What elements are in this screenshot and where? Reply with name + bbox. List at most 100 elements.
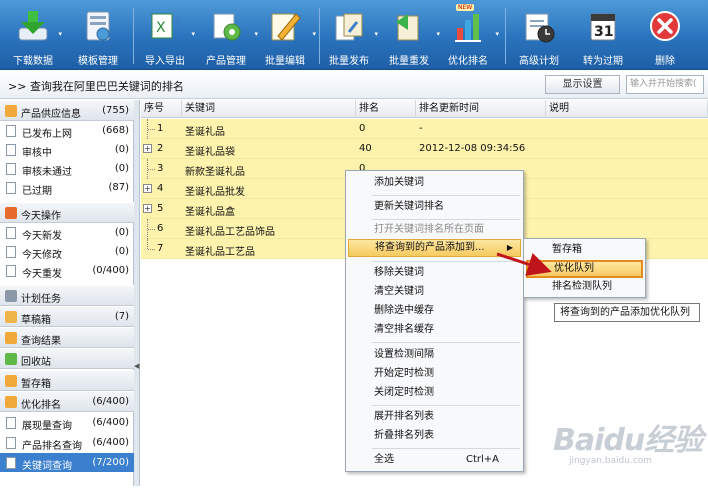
batch-edit-button[interactable]: 批量编辑 ▾ (258, 2, 316, 68)
folder-icon (5, 396, 17, 408)
mark-expired-button[interactable]: 31 转为过期 (576, 2, 630, 68)
display-settings-button[interactable]: 显示设置 (545, 75, 620, 94)
document-icon (6, 144, 16, 156)
document-icon (6, 227, 16, 239)
template-manage-button[interactable]: 模板管理 (66, 2, 130, 68)
chevron-down-icon[interactable]: ▾ (436, 30, 440, 38)
menu-item-open-rank-page[interactable]: 打开关键词排名所在页面 (346, 221, 523, 239)
watermark-logo: Baidu经验 (553, 423, 703, 458)
menu-item-update-rank[interactable]: 更新关键词排名 (346, 198, 523, 216)
expand-icon[interactable]: + (143, 204, 152, 213)
batch-publish-icon (335, 13, 363, 41)
sidebar-item-rejected[interactable]: 审核未通过 (0) (0, 159, 134, 178)
delete-button[interactable]: 删除 (638, 2, 692, 68)
add-to-submenu: 暂存箱 优化队列 排名检测队列 (523, 238, 646, 298)
batch-republish-button[interactable]: 批量重发 ▾ (383, 2, 440, 68)
sidebar-group-query-results[interactable]: 查询结果 (0, 327, 134, 348)
column-header-no[interactable]: 序号 (141, 100, 182, 118)
new-badge: NEW (456, 4, 475, 11)
sidebar-item-today-republish[interactable]: 今天重发 (0/400) (0, 261, 134, 280)
document-icon (6, 417, 16, 429)
menu-separator (372, 342, 520, 343)
sidebar-item-published[interactable]: 已发布上网 (668) (0, 121, 134, 140)
sidebar-group-supply[interactable]: 产品供应信息 (755) (0, 100, 134, 121)
menu-separator (372, 195, 520, 196)
expand-icon[interactable]: + (143, 184, 152, 193)
collapse-arrow-icon[interactable]: ◀ (134, 362, 139, 370)
document-icon (6, 457, 16, 469)
baidu-watermark: Baidu经验 jingyan.baidu.com (545, 415, 705, 477)
document-icon (6, 265, 16, 277)
submenu-item-temp-box[interactable]: 暂存箱 (524, 241, 645, 259)
svg-text:X: X (156, 20, 166, 36)
tooltip: 将查询到的产品添加优化队列 (554, 303, 700, 322)
panel-splitter[interactable]: ◀ (134, 100, 140, 486)
chevron-down-icon[interactable]: ▾ (495, 30, 499, 38)
menu-item-clear-rank-cache[interactable]: 清空排名缓存 (346, 321, 523, 339)
column-header-keyword[interactable]: 关键词 (182, 100, 356, 118)
submenu-item-rank-check-queue[interactable]: 排名检测队列 (524, 278, 645, 296)
table-row[interactable]: + 2 圣诞礼品袋 40 2012-12-08 09:34:56 (141, 139, 708, 159)
query-title: >> 查询我在阿里巴巴关键词的排名 (8, 78, 184, 94)
watermark-url: jingyan.baidu.com (569, 456, 653, 466)
menu-item-clear-keywords[interactable]: 清空关键词 (346, 283, 523, 301)
folder-icon (5, 105, 17, 117)
download-icon (18, 11, 48, 41)
menu-item-expand-list[interactable]: 展开排名列表 (346, 408, 523, 426)
sidebar-item-product-rank[interactable]: 产品排名查询 (6/400) (0, 433, 134, 452)
expand-icon[interactable]: + (143, 144, 152, 153)
column-header-update-time[interactable]: 排名更新时间 (416, 100, 546, 118)
toolbar-separator (133, 8, 134, 64)
batch-republish-icon (396, 14, 419, 41)
download-data-button[interactable]: 下载数据 ▾ (4, 2, 62, 68)
submenu-item-optimize-queue[interactable]: 优化队列 (526, 260, 643, 278)
advanced-plan-button[interactable]: 高级计划 (512, 2, 566, 68)
sidebar-group-recycle[interactable]: 回收站 (0, 348, 134, 369)
menu-separator (372, 405, 520, 406)
sidebar-group-temp[interactable]: 暂存箱 (0, 370, 134, 391)
import-export-button[interactable]: X 导入导出 ▾ (138, 2, 195, 68)
sidebar-item-keyword-query[interactable]: 关键词查询 (7/200) (0, 453, 134, 472)
column-header-note[interactable]: 说明 (546, 100, 708, 118)
table-row[interactable]: 1 圣诞礼品 0 - (141, 119, 708, 139)
calendar-icon: 31 (590, 13, 616, 41)
column-header-rank[interactable]: 排名 (356, 100, 416, 118)
menu-item-select-all[interactable]: 全选 Ctrl+A (346, 451, 523, 469)
sidebar-item-today-edit[interactable]: 今天修改 (0) (0, 242, 134, 261)
menu-item-set-interval[interactable]: 设置检测间隔 (346, 346, 523, 364)
excel-import-export-icon: X (151, 13, 182, 39)
sidebar-group-drafts[interactable]: 草稿箱 (7) (0, 306, 134, 327)
sidebar-item-today-new[interactable]: 今天新发 (0) (0, 223, 134, 242)
product-manage-button[interactable]: 产品管理 ▾ (196, 2, 258, 68)
menu-item-remove-keyword[interactable]: 移除关键词 (346, 264, 523, 282)
sidebar-group-today[interactable]: 今天操作 (0, 202, 134, 223)
document-icon (6, 163, 16, 175)
document-icon (6, 125, 16, 137)
sidebar-group-optimize[interactable]: 优化排名 (6/400) (0, 391, 134, 412)
menu-item-stop-timer[interactable]: 关闭定时检测 (346, 384, 523, 402)
sidebar-item-reviewing[interactable]: 审核中 (0) (0, 140, 134, 159)
chevron-down-icon[interactable]: ▾ (312, 30, 316, 38)
shortcut-label: Ctrl+A (465, 454, 499, 465)
document-icon (6, 437, 16, 449)
product-manage-icon (213, 13, 241, 41)
search-input[interactable]: 输入并开始搜索( (626, 75, 704, 94)
chevron-down-icon[interactable]: ▾ (374, 30, 378, 38)
delete-icon (650, 11, 680, 41)
menu-item-collapse-list[interactable]: 折叠排名列表 (346, 427, 523, 445)
chevron-down-icon[interactable]: ▾ (191, 30, 195, 38)
optimize-ranking-button[interactable]: NEW 优化排名 ▾ (442, 2, 499, 68)
menu-item-start-timer[interactable]: 开始定时检测 (346, 365, 523, 383)
document-icon (6, 182, 16, 194)
menu-item-add-products-to[interactable]: 将查询到的产品添加到... ▶ (348, 239, 521, 257)
sidebar-item-impressions[interactable]: 展现量查询 (6/400) (0, 413, 134, 432)
menu-item-add-keyword[interactable]: 添加关键词 (346, 174, 523, 192)
schedule-clock-icon (525, 13, 555, 43)
menu-item-delete-selected-cache[interactable]: 删除选中缓存 (346, 302, 523, 320)
submenu-arrow-icon: ▶ (506, 243, 513, 252)
ranking-chart-icon (455, 14, 481, 42)
sidebar-group-plan[interactable]: 计划任务 (0, 285, 134, 306)
chevron-down-icon[interactable]: ▾ (58, 30, 62, 38)
batch-publish-button[interactable]: 批量发布 ▾ (324, 2, 378, 68)
sidebar-item-expired[interactable]: 已过期 (87) (0, 178, 134, 197)
